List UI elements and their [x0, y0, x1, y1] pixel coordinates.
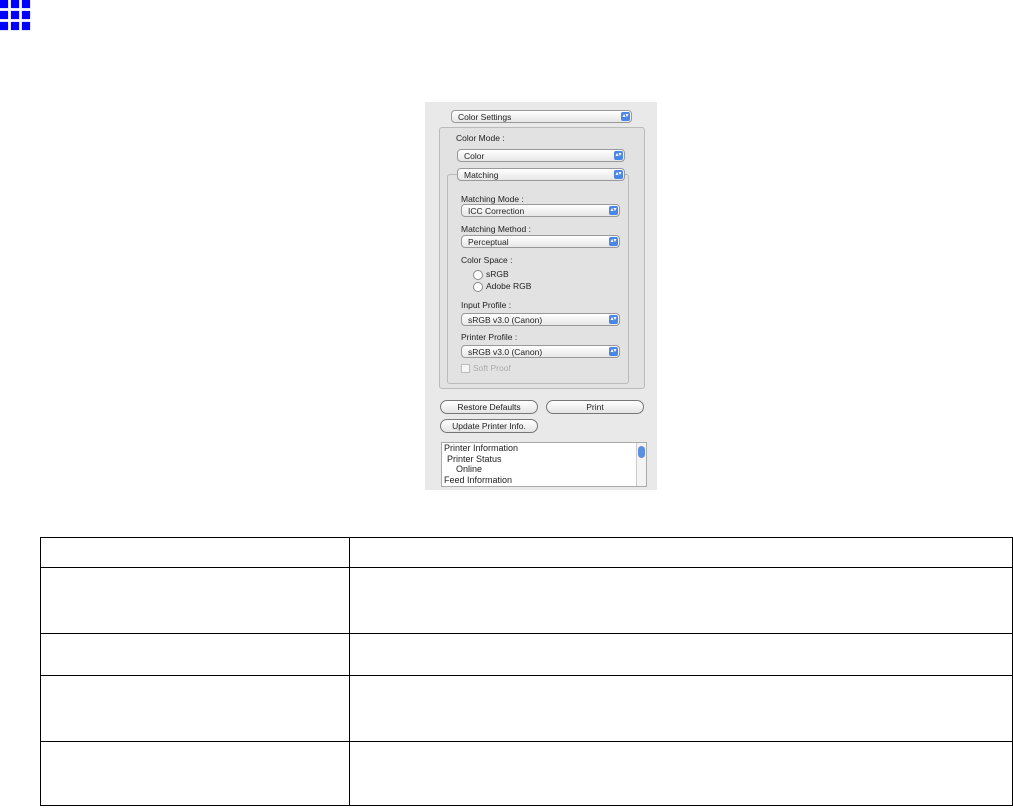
radio-adobe-rgb[interactable]: Adobe RGB: [473, 281, 531, 292]
input-profile-label: Input Profile :: [461, 300, 512, 310]
table-row: [40, 741, 1013, 806]
table-cell: [349, 537, 1013, 568]
select-arrows-icon: ▴▾: [614, 151, 623, 160]
section-select-value: Color Settings: [458, 112, 512, 122]
group-select-value: Matching: [464, 170, 499, 180]
table-cell: [40, 537, 350, 568]
scroll-thumb[interactable]: [638, 446, 645, 458]
color-space-label: Color Space :: [461, 255, 513, 265]
color-mode-select[interactable]: Color ▴▾: [457, 149, 625, 162]
radio-icon: [473, 281, 483, 292]
matching-mode-select[interactable]: ICC Correction ▴▾: [461, 204, 620, 217]
list-item: Printer Status: [447, 453, 502, 464]
checkbox-icon: [461, 364, 470, 374]
list-item: Feed Information: [444, 474, 513, 485]
print-button[interactable]: Print: [546, 400, 644, 414]
select-arrows-icon: ▴▾: [609, 237, 618, 246]
update-printer-info-button[interactable]: Update Printer Info.: [440, 419, 538, 433]
table-row: [40, 567, 1013, 634]
matching-mode-label: Matching Mode :: [461, 194, 524, 204]
select-arrows-icon: ▴▾: [621, 112, 630, 121]
scrollbar[interactable]: [636, 443, 646, 486]
printer-profile-value: sRGB v3.0 (Canon): [468, 347, 543, 357]
matching-method-label: Matching Method :: [461, 224, 531, 234]
select-arrows-icon: ▴▾: [609, 347, 618, 356]
table-row: [40, 675, 1013, 742]
select-arrows-icon: ▴▾: [614, 170, 623, 179]
radio-srgb-label: sRGB: [486, 269, 509, 279]
table-cell: [40, 567, 350, 634]
select-arrows-icon: ▴▾: [609, 206, 618, 215]
list-item: Printer Information: [444, 443, 519, 453]
table-cell: [349, 675, 1013, 742]
matching-method-value: Perceptual: [468, 237, 509, 247]
table-row: [40, 537, 1013, 568]
table-cell: [40, 633, 350, 676]
select-arrows-icon: ▴▾: [609, 315, 618, 324]
list-item: Online: [456, 464, 483, 474]
restore-defaults-button[interactable]: Restore Defaults: [440, 400, 538, 414]
radio-srgb[interactable]: sRGB: [473, 269, 509, 280]
color-settings-panel: Color Settings ▴▾ Color Mode : Color ▴▾ Ma…: [425, 102, 657, 490]
matching-group-select[interactable]: Matching ▴▾: [457, 168, 625, 181]
section-select[interactable]: Color Settings ▴▾: [451, 110, 632, 123]
input-profile-select[interactable]: sRGB v3.0 (Canon) ▴▾: [461, 313, 620, 326]
table-cell: [40, 675, 350, 742]
table-cell: [40, 741, 350, 806]
soft-proof-checkbox[interactable]: Soft Proof: [461, 363, 511, 374]
table-row: [40, 633, 1013, 676]
table-cell: [349, 567, 1013, 634]
table-cell: [349, 741, 1013, 806]
printer-profile-select[interactable]: sRGB v3.0 (Canon) ▴▾: [461, 345, 620, 358]
table-cell: [349, 633, 1013, 676]
matching-mode-value: ICC Correction: [468, 206, 525, 216]
printer-profile-label: Printer Profile :: [461, 332, 518, 342]
color-mode-value: Color: [464, 151, 485, 161]
matching-method-select[interactable]: Perceptual ▴▾: [461, 235, 620, 248]
color-mode-label: Color Mode :: [456, 133, 505, 143]
printer-info-list[interactable]: Printer Information Printer Status Onlin…: [441, 442, 647, 487]
radio-adobe-rgb-label: Adobe RGB: [486, 281, 532, 291]
input-profile-value: sRGB v3.0 (Canon): [468, 315, 543, 325]
grid-menu-icon: [0, 0, 30, 30]
soft-proof-label: Soft Proof: [473, 363, 511, 373]
description-table: [40, 537, 1013, 806]
radio-icon: [473, 269, 483, 280]
